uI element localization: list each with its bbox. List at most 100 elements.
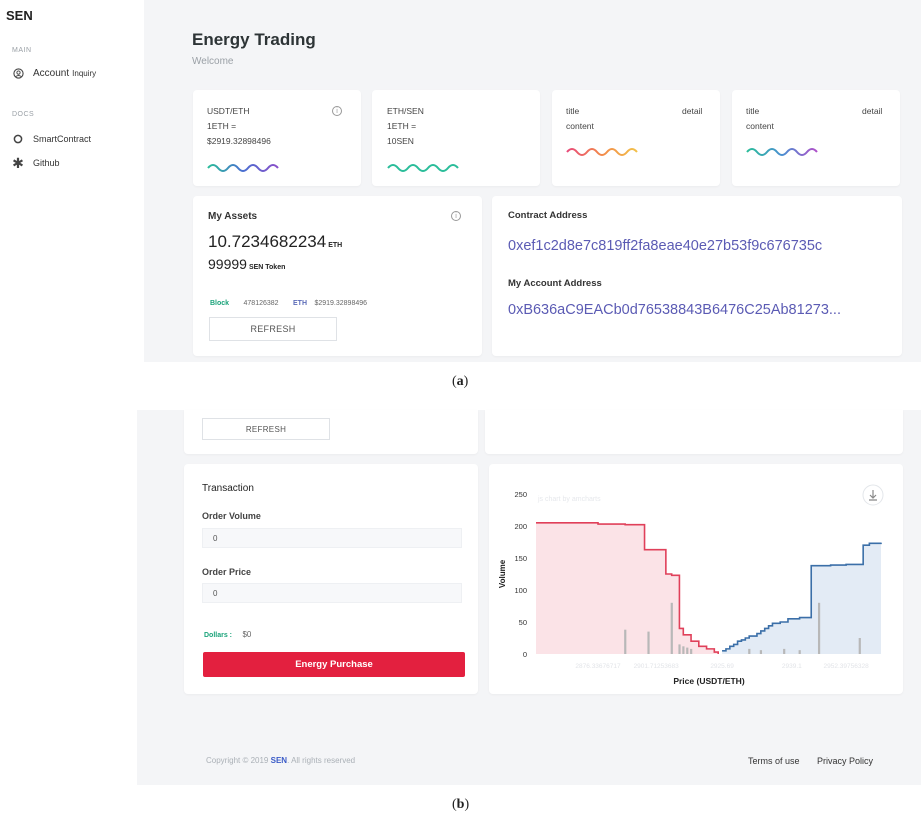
x-tick-label: 2925.69 (710, 663, 734, 670)
x-tick-label: 2876.33676717 (575, 663, 621, 670)
sen-amount: 99999 (208, 256, 247, 272)
stat-card-usdt-eth: USDT/ETH i 1ETH = $2919.32898496 (193, 90, 361, 186)
sparkline-wave (387, 164, 459, 172)
stat-label: title (746, 106, 760, 116)
dollars-label: Dollars : (204, 632, 233, 639)
volume-bar (686, 647, 689, 654)
user-circle-icon (12, 67, 24, 79)
transaction-card: Transaction Order Volume 0 Order Price 0… (184, 464, 478, 694)
volume-bar (682, 646, 685, 654)
volume-bar (690, 648, 693, 654)
energy-purchase-button[interactable]: Energy Purchase (203, 652, 465, 677)
sidebar-item-github[interactable]: ✱ Github (12, 155, 60, 171)
block-value: 478126382 (243, 300, 279, 307)
contract-address-label: Contract Address (508, 210, 588, 221)
order-price-label: Order Price (202, 567, 252, 577)
chart-watermark: js chart by amcharts (537, 496, 601, 503)
volume-bar (748, 648, 751, 654)
copyright-prefix: Copyright © 2019 (206, 756, 271, 765)
account-address-label: My Account Address (508, 278, 602, 289)
y-tick-label: 250 (514, 490, 527, 499)
stat-line-1: 1ETH = (387, 121, 417, 131)
stat-label: USDT/ETH (207, 106, 250, 116)
sidebar-item-account[interactable]: Account Inquiry (12, 67, 96, 79)
privacy-link[interactable]: Privacy Policy (817, 756, 873, 766)
page-title: Energy Trading (192, 30, 316, 49)
copyright-brand-link[interactable]: SEN (271, 756, 287, 765)
depth-chart-card: 0 50 100 150 200 250 2876.33676717 2901.7125368… (489, 464, 903, 694)
order-price-input[interactable]: 0 (202, 583, 462, 603)
stat-label: title (566, 106, 580, 116)
volume-bar (783, 648, 786, 654)
eth-value: $2919.32898496 (314, 300, 368, 307)
volume-bar (858, 638, 861, 654)
volume-bar (798, 650, 801, 654)
stat-content: content (566, 121, 594, 131)
stat-card-4: title detail content (732, 90, 900, 186)
sidebar-section-main: MAIN (12, 47, 32, 54)
volume-bar (624, 629, 627, 654)
y-tick-label: 200 (514, 522, 527, 531)
x-tick-label: 2901.71253683 (634, 663, 680, 670)
ring-icon (12, 133, 24, 145)
sparkline-wave (207, 164, 279, 172)
stat-label: ETH/SEN (387, 106, 424, 116)
terms-link[interactable]: Terms of use (748, 756, 800, 766)
stat-content: content (746, 121, 774, 131)
sidebar-item-account-label: Account (33, 67, 70, 79)
volume-bar (817, 602, 821, 654)
panel-b: REFRESH Transaction Order Volume 0 Order… (137, 410, 921, 785)
detail-link[interactable]: detail (862, 106, 882, 116)
stat-card-3: title detail content (552, 90, 720, 186)
x-tick-label: 2939.1 (782, 663, 802, 670)
order-volume-input[interactable]: 0 (202, 528, 462, 548)
eth-label: ETH (293, 300, 308, 307)
sen-unit: SEN Token (248, 264, 286, 271)
copyright-suffix: . All rights reserved (287, 756, 356, 765)
info-icon[interactable]: i (332, 106, 342, 116)
contract-address[interactable]: 0xef1c2d8e7c819ff2fa8eae40e27b53f9c67673… (508, 238, 822, 254)
volume-bar (670, 602, 673, 654)
eth-balance: 10.7234682234 ETH (208, 232, 342, 252)
sidebar-section-docs: DOCS (12, 111, 35, 118)
refresh-button[interactable]: REFRESH (209, 317, 337, 341)
account-address[interactable]: 0xB636aC9EACb0d76538843B6476C25Ab81273..… (508, 302, 841, 318)
depth-chart: 0 50 100 150 200 250 2876.33676717 2901.7125368… (498, 484, 884, 686)
stat-line-1: 1ETH = (207, 121, 237, 131)
volume-bar (647, 631, 650, 654)
address-card: Contract Address 0xef1c2d8e7c819ff2fa8ea… (492, 196, 902, 356)
assets-title: My Assets (208, 211, 258, 222)
dollars-value: $0 (242, 630, 252, 639)
x-tick-label: 2952.39756328 (824, 663, 870, 670)
stat-line-2: $2919.32898496 (207, 136, 271, 146)
stat-card-eth-sen: ETH/SEN 1ETH = 10SEN (372, 90, 540, 186)
sen-balance: 99999 SEN Token (208, 256, 285, 272)
brand-logo: SEN (6, 8, 33, 23)
sidebar-item-smartcontract[interactable]: SmartContract (12, 133, 91, 145)
sidebar-item-account-sublabel: Inquiry (72, 68, 97, 78)
assets-card-bottom: REFRESH (184, 410, 478, 454)
dollars-row: Dollars : $0 (204, 624, 251, 642)
refresh-button[interactable]: REFRESH (202, 418, 330, 440)
y-tick-label: 150 (514, 554, 527, 563)
block-info-row: Block 478126382 ETH $2919.32898496 (210, 292, 367, 310)
caption-a: (a) (452, 374, 469, 389)
y-tick-label: 50 (519, 618, 527, 627)
copyright: Copyright © 2019 SEN. All rights reserve… (206, 756, 355, 765)
info-icon[interactable]: i (451, 211, 461, 221)
eth-unit: ETH (328, 242, 343, 249)
volume-bar (678, 644, 681, 654)
order-volume-label: Order Volume (202, 511, 261, 521)
stat-line-2: 10SEN (387, 136, 414, 146)
detail-link[interactable]: detail (682, 106, 702, 116)
y-tick-label: 0 (523, 650, 527, 659)
block-label: Block (210, 300, 230, 307)
page-subtitle: Welcome (192, 56, 234, 67)
address-card-bottom (485, 410, 903, 454)
panel-a: SEN MAIN Account Inquiry DOCS SmartContr… (0, 0, 921, 362)
y-axis-label: Volume (498, 559, 507, 588)
my-assets-card: My Assets i 10.7234682234 ETH 99999 SEN To… (193, 196, 482, 356)
y-tick-label: 100 (514, 586, 527, 595)
sidebar-item-github-label: Github (33, 158, 60, 168)
transaction-title: Transaction (202, 483, 254, 494)
